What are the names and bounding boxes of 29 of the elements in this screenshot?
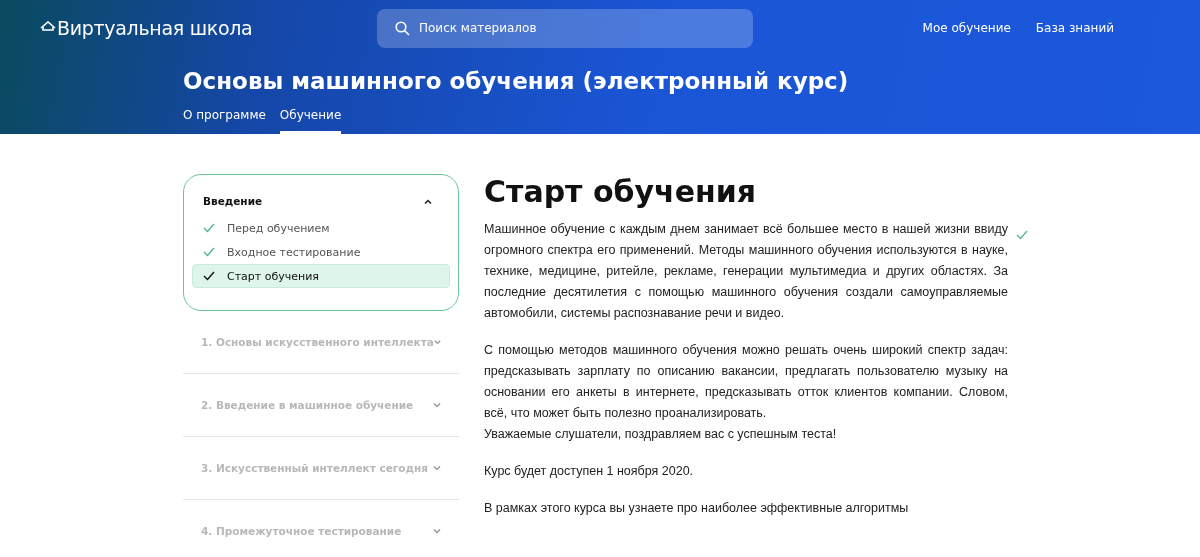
school-roof-icon bbox=[40, 21, 56, 31]
lesson-title: Перед обучением bbox=[227, 221, 330, 235]
check-icon bbox=[203, 223, 215, 233]
course-title: Основы машинного обучения (электронный курс) bbox=[183, 68, 850, 94]
chevron-down-icon[interactable] bbox=[433, 339, 441, 345]
chevron-down-icon[interactable] bbox=[433, 465, 441, 471]
tab[interactable]: О программе bbox=[183, 108, 266, 134]
chevron-down-icon[interactable] bbox=[433, 528, 441, 534]
chevron-up-icon[interactable] bbox=[424, 198, 432, 204]
site-logo[interactable]: Виртуальная школа bbox=[57, 17, 253, 39]
chevron-down-icon[interactable] bbox=[433, 402, 441, 408]
lesson-title: Старт обучения bbox=[227, 269, 319, 283]
nav-link[interactable]: Мое обучение bbox=[922, 21, 1011, 35]
nav-link[interactable]: База знаний bbox=[1035, 21, 1114, 35]
body-paragraph: Уважаемые слушатели, поздравляем вас с успешным теста! bbox=[484, 426, 838, 443]
lesson-title: Старт обучения bbox=[484, 174, 758, 209]
check-icon bbox=[203, 271, 215, 281]
body-paragraph: С помощью методов машинного обучения можно решать очень широкий спектр задач: предсказывать зарплату по описанию вакансии, предлагать пользователю музыку на основании его анкеты в интернете, предсказывать отток клиентов компании. Словом, всё, что может быть полезно проанализировать. bbox=[484, 342, 1008, 422]
lesson-item[interactable]: Входное тестирование bbox=[192, 240, 450, 264]
lesson-title: Входное тестирование bbox=[227, 245, 361, 259]
body-paragraph: В рамках этого курса вы узнаете про наиболее эффективные алгоритмы bbox=[484, 500, 910, 517]
tab[interactable]: Обучение bbox=[279, 108, 342, 134]
lesson-item[interactable]: Перед обучением bbox=[192, 216, 450, 240]
module-title[interactable]: Введение bbox=[203, 195, 263, 207]
check-icon bbox=[203, 247, 215, 257]
search-icon bbox=[395, 20, 410, 36]
lesson-item[interactable]: Старт обучения bbox=[192, 264, 450, 288]
body-paragraph: Курс будет доступен 1 ноября 2020. bbox=[484, 463, 695, 480]
body-paragraph: Машинное обучение с каждым днем занимает всё большее место в нашей жизни ввиду огромного спектра его применений. Методы машинного обучения используются в науке, технике, медицине, ритейле, рекламе, генерации мультимедиа и других областях. За последние десятилетия с помощью машинного обучения создали самоуправляемые автомобили, системы распознавание речи и видео. bbox=[484, 221, 1008, 322]
